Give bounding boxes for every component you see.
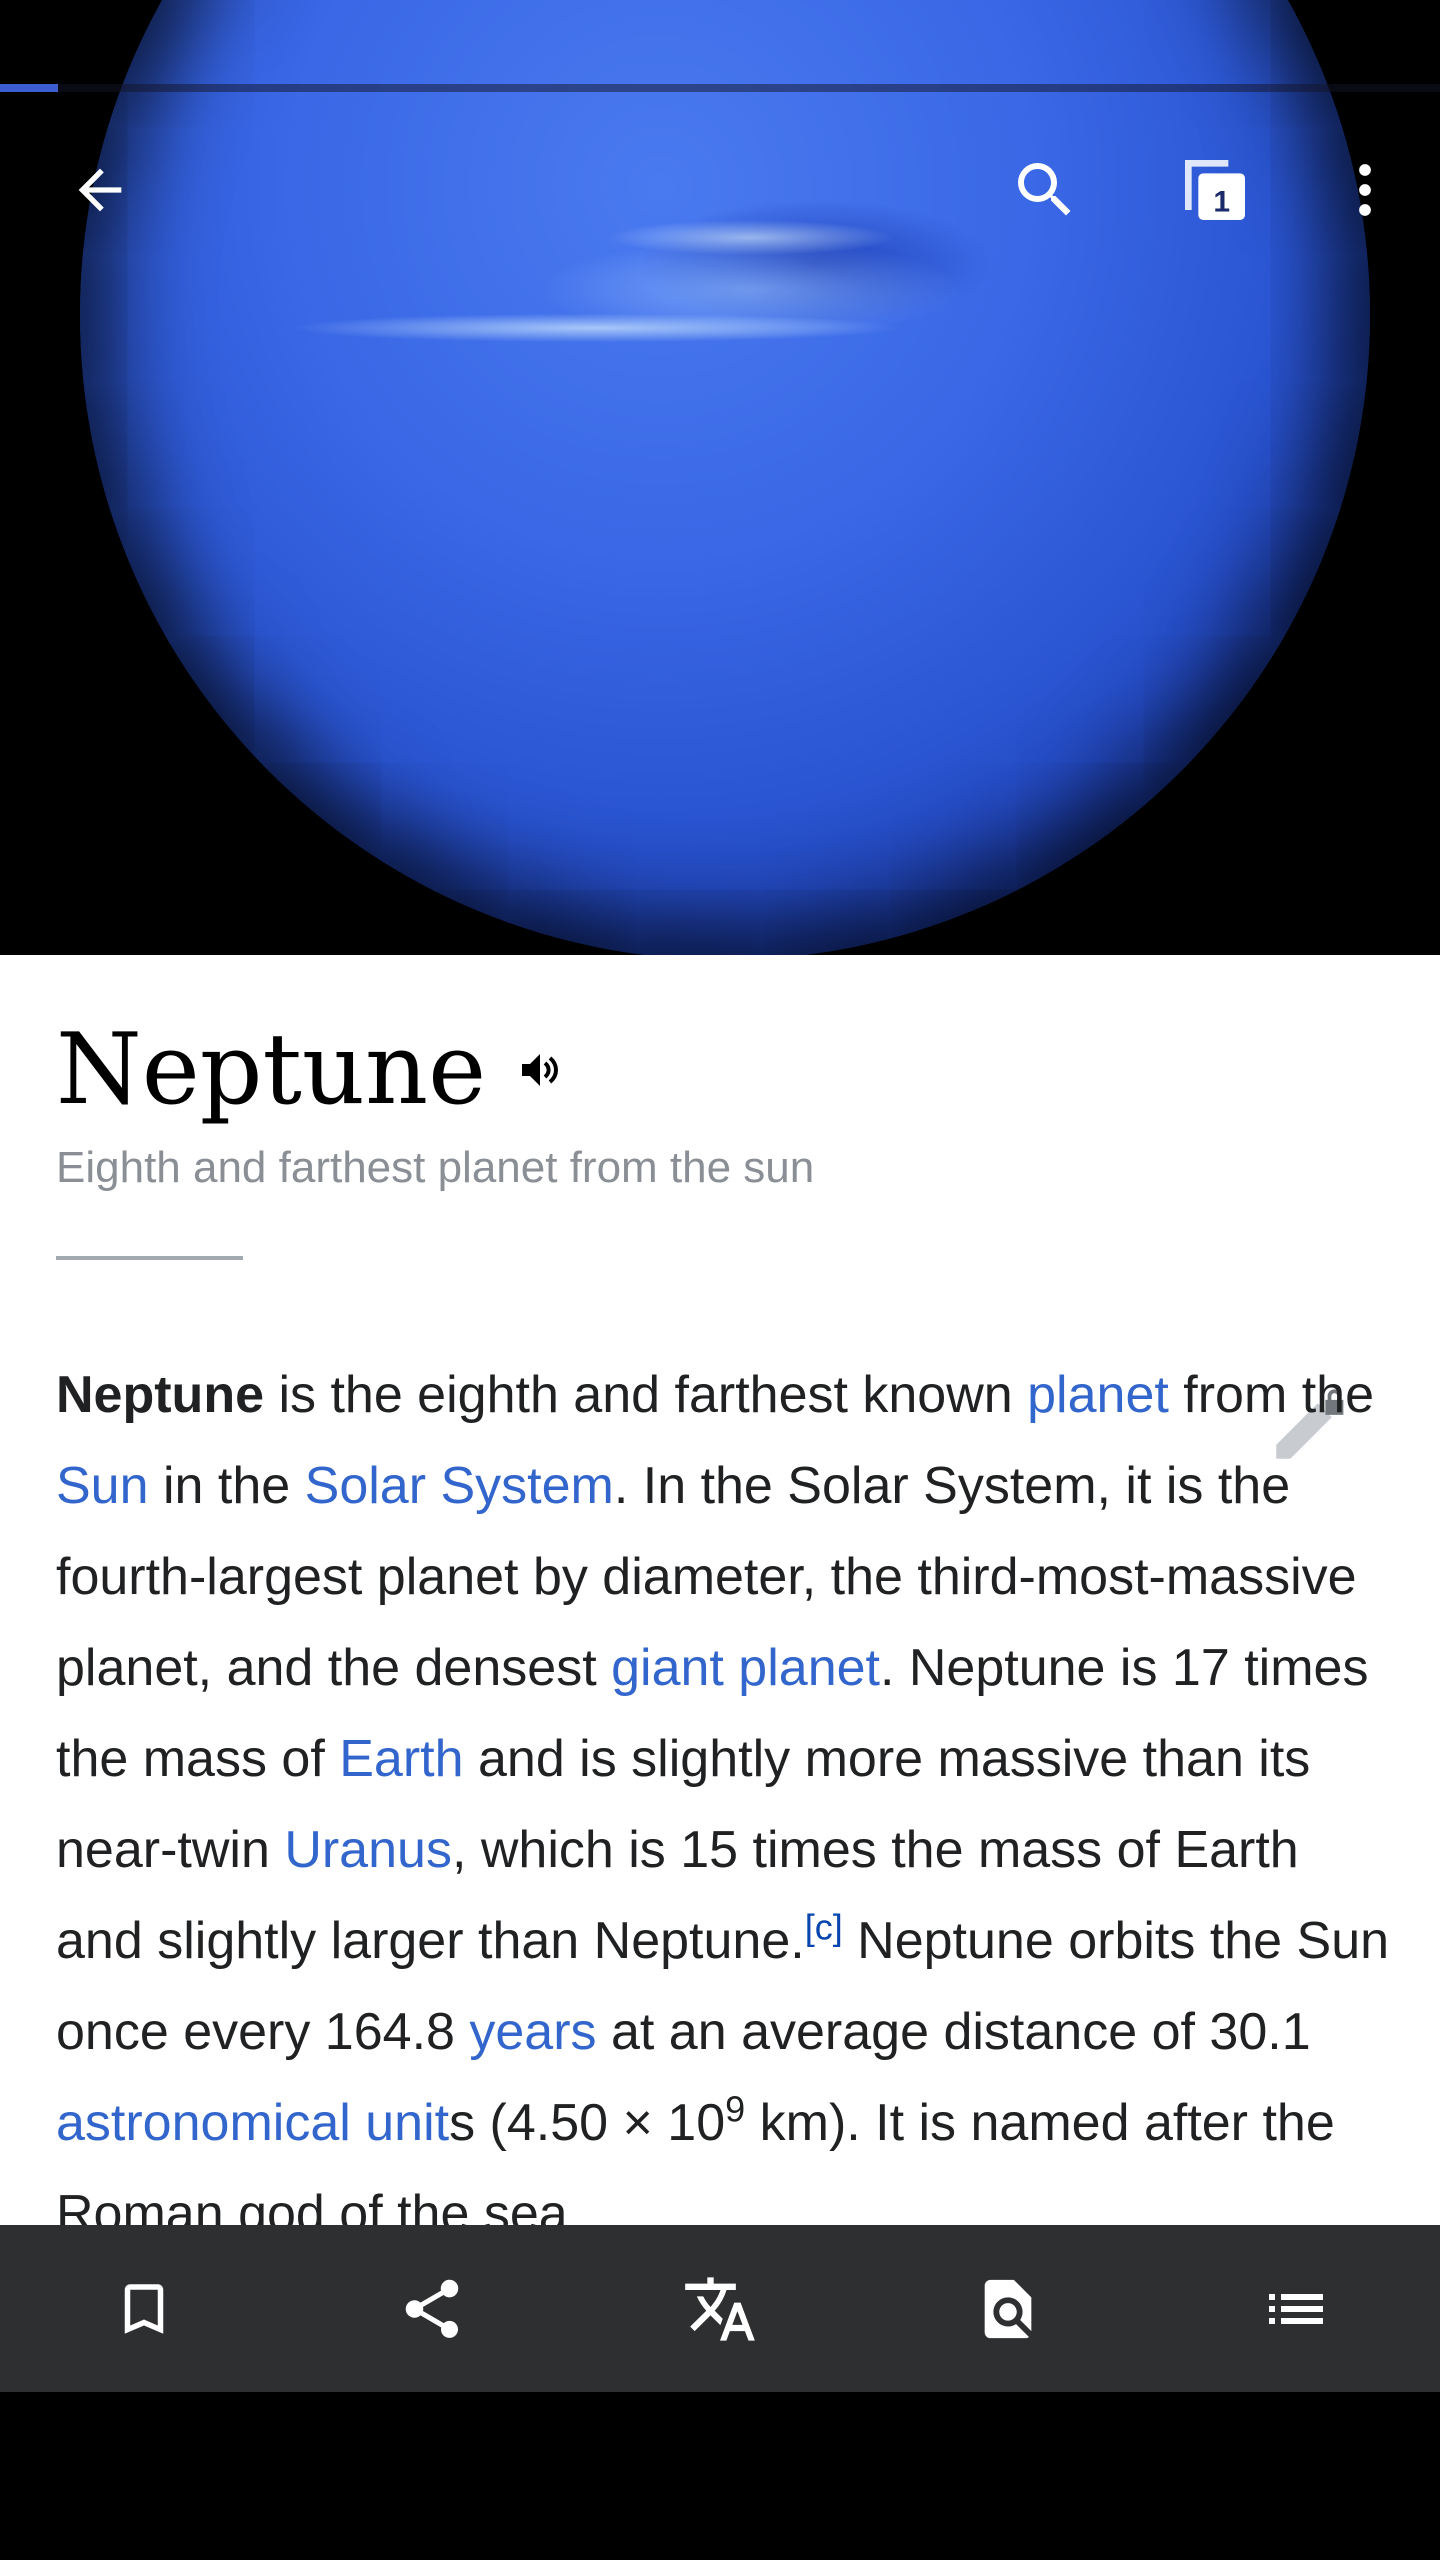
system-nav-area: [0, 2392, 1440, 2560]
article-link[interactable]: astronomical unit: [56, 2094, 449, 2152]
text-run: from the: [1168, 1366, 1375, 1424]
table-of-contents-button[interactable]: [1241, 2254, 1351, 2364]
find-in-page-icon: [984, 2279, 1032, 2338]
save-button[interactable]: [89, 2254, 199, 2364]
reference-sup: [c]: [805, 1907, 843, 1948]
article-link[interactable]: Earth: [339, 1730, 463, 1788]
share-button[interactable]: [377, 2254, 487, 2364]
article-link[interactable]: planet: [1027, 1366, 1169, 1424]
change-language-button[interactable]: [665, 2254, 775, 2364]
article-link[interactable]: Sun: [56, 1457, 149, 1515]
progress-fill: [0, 84, 58, 92]
text-run: at an average distance of 30.1: [596, 2003, 1311, 2061]
title-divider: [56, 1256, 243, 1260]
text-run: is the eighth and farthest known: [264, 1366, 1028, 1424]
pronunciation-button[interactable]: [516, 1045, 566, 1095]
share-icon: [405, 2279, 459, 2338]
loading-progress-bar: [0, 84, 1440, 92]
bookmark-icon: [124, 2283, 164, 2334]
article-paragraph: Neptune is the eighth and farthest known…: [56, 1350, 1396, 2225]
text-run: s (4.50 × 10: [449, 2094, 726, 2152]
lead-image[interactable]: 1: [0, 0, 1440, 955]
more-vert-icon: [1359, 164, 1371, 216]
search-icon: [1018, 163, 1071, 216]
speaker-icon: [522, 1054, 559, 1086]
overflow-menu-button[interactable]: [1315, 140, 1415, 240]
exponent: 9: [725, 2088, 746, 2130]
page-description: Eighth and farthest planet from the sun: [56, 1143, 815, 1192]
back-button[interactable]: [50, 140, 150, 240]
tabs-button[interactable]: 1: [1165, 140, 1265, 240]
article-page: 1 Neptune Eighth and farthest planet fro…: [0, 0, 1440, 2560]
page-title: Neptune: [56, 1013, 487, 1127]
tabs-count: 1: [1213, 185, 1230, 218]
article-link[interactable]: Uranus: [284, 1821, 452, 1879]
contents-icon: [1269, 2293, 1323, 2324]
find-in-page-button[interactable]: [953, 2254, 1063, 2364]
arrow-back-icon: [78, 168, 122, 212]
article-link[interactable]: years: [469, 2003, 596, 2061]
bold-term: Neptune: [56, 1366, 264, 1424]
page-action-bar: [0, 2225, 1440, 2392]
reference-link[interactable]: [c]: [805, 1907, 843, 1948]
search-button[interactable]: [995, 140, 1095, 240]
translate-icon: [685, 2276, 755, 2341]
article-link[interactable]: giant planet: [611, 1639, 880, 1697]
title-row: Neptune: [56, 1010, 566, 1130]
tabs-icon: 1: [1185, 160, 1245, 220]
text-run: in the: [148, 1457, 305, 1515]
article-link[interactable]: Solar System: [305, 1457, 614, 1515]
article-content: Neptune Eighth and farthest planet from …: [0, 955, 1440, 2225]
